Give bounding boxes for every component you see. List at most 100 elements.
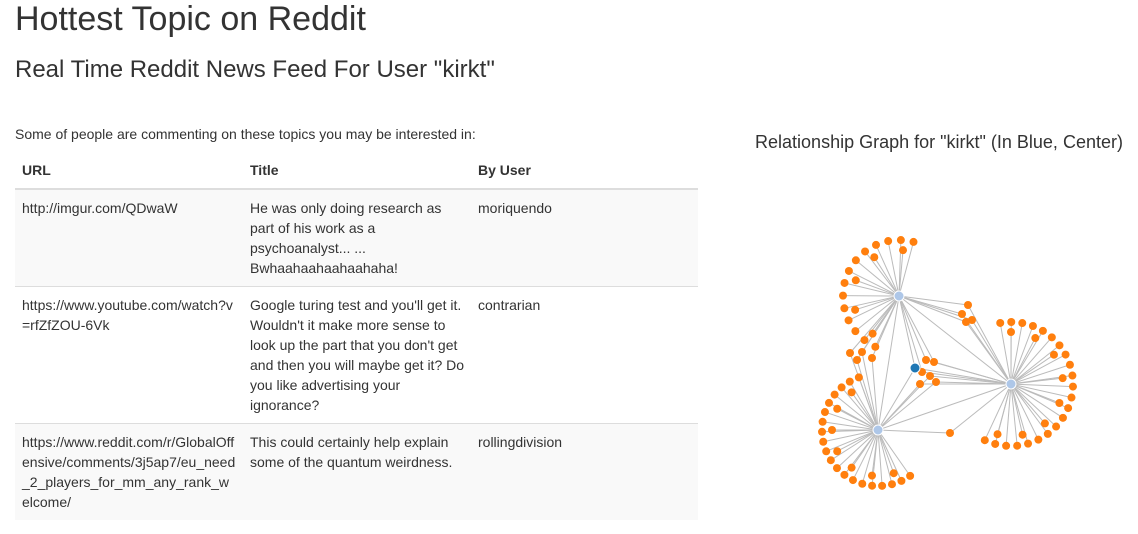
leaf-node[interactable] [833,404,842,413]
leaf-node[interactable] [909,237,918,246]
leaf-node[interactable] [1052,422,1061,431]
leaf-node[interactable] [840,470,849,479]
leaf-node[interactable] [822,447,831,456]
leaf-node[interactable] [1064,404,1073,413]
leaf-node[interactable] [853,356,861,364]
leaf-node[interactable] [839,291,848,300]
leaf-node[interactable] [906,471,915,480]
leaf-node[interactable] [930,358,938,366]
leaf-node[interactable] [867,471,876,480]
leaf-node[interactable] [818,427,827,436]
leaf-node[interactable] [916,380,924,388]
leaf-node[interactable] [844,266,853,275]
hub-node[interactable] [872,424,884,436]
leaf-node[interactable] [1067,393,1076,402]
leaf-node[interactable] [884,237,893,246]
topic-url-link[interactable]: http://imgur.com/QDwaW [22,200,178,216]
leaf-node[interactable] [1024,439,1033,448]
leaf-node[interactable] [958,310,966,318]
leaf-node[interactable] [1018,319,1027,328]
leaf-node[interactable] [1058,374,1067,383]
leaf-node[interactable] [964,301,972,309]
leaf-node[interactable] [1061,350,1070,359]
leaf-node[interactable] [878,481,887,490]
leaf-node[interactable] [897,476,906,485]
leaf-node[interactable] [818,417,827,426]
leaf-node[interactable] [844,316,853,325]
leaf-node[interactable] [1038,326,1047,335]
leaf-node[interactable] [854,373,863,382]
leaf-node[interactable] [1068,371,1077,380]
leaf-node[interactable] [1002,441,1011,450]
leaf-node[interactable] [980,436,989,445]
leaf-node[interactable] [1031,334,1040,343]
leaf-node[interactable] [1013,441,1022,450]
leaf-node[interactable] [851,327,860,336]
leaf-node[interactable] [870,253,879,262]
leaf-node[interactable] [846,349,854,357]
leaf-node[interactable] [826,456,835,465]
leaf-node[interactable] [1043,429,1052,438]
leaf-node[interactable] [861,247,870,256]
leaf-node[interactable] [896,236,905,245]
leaf-node[interactable] [819,437,828,446]
leaf-node[interactable] [926,372,934,380]
leaf-node[interactable] [1049,350,1058,359]
leaf-node[interactable] [848,476,857,485]
leaf-node[interactable] [1040,419,1049,428]
leaf-node[interactable] [845,377,854,386]
leaf-node[interactable] [847,463,856,472]
leaf-node[interactable] [1034,435,1043,444]
leaf-node[interactable] [840,278,849,287]
leaf-node[interactable] [932,378,940,386]
leaf-node[interactable] [993,430,1002,439]
leaf-node[interactable] [830,390,839,399]
leaf-node[interactable] [833,447,842,456]
leaf-node[interactable] [858,348,866,356]
leaf-node[interactable] [828,426,836,434]
topic-url-link[interactable]: https://www.reddit.com/r/GlobalOffensive… [22,434,235,510]
leaf-node[interactable] [1055,398,1064,407]
leaf-node[interactable] [851,305,860,314]
leaf-node[interactable] [868,481,877,490]
relationship-graph[interactable] [780,200,1120,520]
leaf-node[interactable] [820,408,829,417]
leaf-node[interactable] [1028,322,1037,331]
leaf-node[interactable] [887,480,896,489]
leaf-node[interactable] [851,276,860,285]
leaf-node[interactable] [1058,413,1067,422]
topic-url-link[interactable]: https://www.youtube.com/watch?v=rfZfZOU-… [22,297,233,333]
leaf-node[interactable] [1055,341,1064,350]
leaf-node[interactable] [868,354,876,362]
leaf-node[interactable] [824,398,833,407]
leaf-node[interactable] [872,240,881,249]
leaf-node[interactable] [1047,333,1056,342]
leaf-node[interactable] [868,329,877,338]
leaf-node[interactable] [832,464,841,473]
leaf-node[interactable] [1007,328,1015,336]
hub-node[interactable] [893,290,905,302]
url-cell[interactable]: https://www.youtube.com/watch?v=rfZfZOU-… [15,286,243,424]
leaf-node[interactable] [851,256,860,265]
url-cell[interactable]: http://imgur.com/QDwaW [15,188,243,287]
center-user-node[interactable] [909,362,921,374]
leaf-node[interactable] [840,304,849,313]
leaf-node[interactable] [946,429,954,437]
leaf-node[interactable] [889,469,898,478]
leaf-node[interactable] [1018,430,1027,439]
leaf-node[interactable] [991,439,1000,448]
leaf-node[interactable] [1007,318,1016,327]
leaf-node[interactable] [996,318,1005,327]
leaf-node[interactable] [860,336,869,345]
leaf-node[interactable] [1068,382,1077,391]
leaf-node[interactable] [837,383,846,392]
leaf-node[interactable] [847,388,856,397]
hub-node[interactable] [1005,378,1017,390]
leaf-node[interactable] [962,318,970,326]
leaf-node[interactable] [899,246,908,255]
leaf-node[interactable] [922,356,930,364]
leaf-node[interactable] [858,479,867,488]
leaf-node[interactable] [871,342,880,351]
url-cell[interactable]: https://www.reddit.com/r/GlobalOffensive… [15,423,243,520]
leaf-node[interactable] [1065,360,1074,369]
